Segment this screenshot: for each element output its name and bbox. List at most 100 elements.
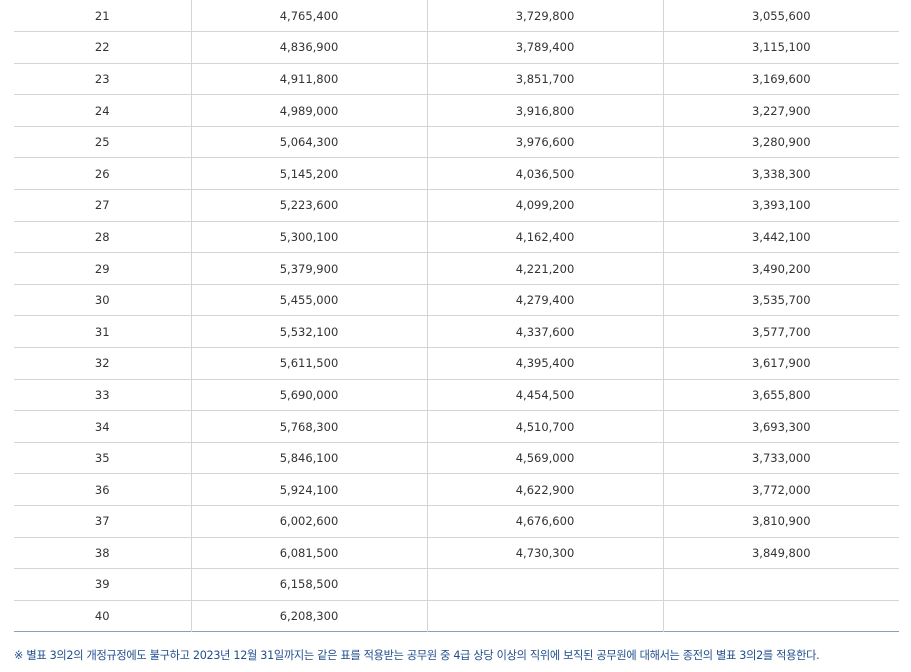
table-row: 35 5,846,100 4,569,000 3,733,000 [14,441,899,474]
table-row: 33 5,690,000 4,454,500 3,655,800 [14,378,899,411]
step-cell: 25 [14,125,191,158]
step-cell: 21 [94,8,110,23]
column-1-cell: 4,989,000 [190,94,427,127]
column-1-cell: 5,768,300 [190,410,427,443]
column-3-cell: 3,115,100 [662,31,899,64]
column-1-cell: 4,911,800 [190,62,427,95]
step-cell: 28 [14,220,191,253]
table-row: 28 5,300,100 4,162,400 3,442,100 [14,220,899,253]
table-row: 39 6,158,500 [14,568,899,601]
column-1-cell: 6,208,300 [190,599,427,632]
column-1-cell: 5,223,600 [190,189,427,222]
step-cell: 27 [14,189,191,222]
column-2-cell: 4,337,600 [426,315,663,348]
step-cell: 31 [14,315,191,348]
table-row: 40 6,208,300 [14,599,899,632]
column-1-cell: 5,532,100 [190,315,427,348]
table-row: 34 5,768,300 4,510,700 3,693,300 [14,410,899,443]
column-2-cell: 3,916,800 [426,94,663,127]
column-3-cell: 3,655,800 [662,378,899,411]
table-row: 22 4,836,900 3,789,400 3,115,100 [14,31,899,64]
step-cell: 30 [14,283,191,316]
step-cell: 38 [14,536,191,569]
table-row: 38 6,081,500 4,730,300 3,849,800 [14,536,899,569]
table-row: 27 5,223,600 4,099,200 3,393,100 [14,189,899,222]
column-3-cell: 3,338,300 [662,157,899,190]
salary-table-body: 21 4,765,400 3,729,800 3,055,600 22 4,836,900… [14,0,899,632]
column-3-cell: 3,393,100 [662,189,899,222]
table-row: 25 5,064,300 3,976,600 3,280,900 [14,125,899,158]
step-cell: 32 [14,347,191,380]
column-3-cell: 3,055,600 [662,0,899,32]
column-2-cell: 4,569,000 [426,441,663,474]
column-2-cell: 4,395,400 [426,347,663,380]
column-3-cell [662,599,899,632]
column-1-cell: 5,455,000 [190,283,427,316]
column-1-cell: 4,765,400 [190,0,427,32]
column-2-cell: 4,454,500 [426,378,663,411]
column-1-cell: 5,145,200 [190,157,427,190]
table-row: 29 5,379,900 4,221,200 3,490,200 [14,252,899,285]
step-cell: 26 [14,157,191,190]
column-1-cell: 4,836,900 [190,31,427,64]
column-2-cell: 3,976,600 [426,125,663,158]
table-row: 31 5,532,100 4,337,600 3,577,700 [14,315,899,348]
column-2-cell [426,599,663,632]
step-cell: 40 [14,599,191,632]
column-2-cell: 3,729,800 [426,0,663,32]
column-3-cell: 3,535,700 [662,283,899,316]
table-row: 23 4,911,800 3,851,700 3,169,600 [14,62,899,95]
column-3-cell: 3,733,000 [662,441,899,474]
column-3-cell: 3,693,300 [662,410,899,443]
pay-table-container: 21 4,765,400 3,729,800 3,055,600 22 4,836,900… [14,0,899,633]
column-1-cell: 5,611,500 [190,347,427,380]
column-3-cell: 3,442,100 [662,220,899,253]
column-1-cell: 5,690,000 [190,378,427,411]
table-row: 32 5,611,500 4,395,400 3,617,900 [14,347,899,380]
step-cell: 35 [14,441,191,474]
column-1-cell: 5,300,100 [190,220,427,253]
column-3-cell: 3,280,900 [662,125,899,158]
column-1-cell: 6,158,500 [190,568,427,601]
footnote: ※ 별표 3의2의 개정규정에도 불구하고 2023년 12월 31일까지는 같… [14,649,820,662]
step-cell: 29 [14,252,191,285]
table-row: 21 4,765,400 3,729,800 3,055,600 [14,0,899,32]
column-2-cell: 3,789,400 [426,31,663,64]
column-3-cell [662,568,899,601]
column-2-cell: 4,279,400 [426,283,663,316]
column-3-cell: 3,810,900 [662,505,899,538]
column-3-cell: 3,227,900 [662,94,899,127]
column-2-cell: 4,099,200 [426,189,663,222]
table-row: 37 6,002,600 4,676,600 3,810,900 [14,505,899,538]
step-cell: 37 [14,505,191,538]
column-2-cell: 4,036,500 [426,157,663,190]
step-cell: 39 [14,568,191,601]
column-1-cell: 5,379,900 [190,252,427,285]
column-1-cell: 5,846,100 [190,441,427,474]
column-3-cell: 3,490,200 [662,252,899,285]
column-3-cell: 3,169,600 [662,62,899,95]
column-2-cell: 4,510,700 [426,410,663,443]
column-2-cell: 3,851,700 [426,62,663,95]
salary-table: 21 4,765,400 3,729,800 3,055,600 22 4,836,900… [14,0,899,633]
column-1-cell: 6,081,500 [190,536,427,569]
column-1-cell: 5,924,100 [190,473,427,506]
column-3-cell: 3,772,000 [662,473,899,506]
step-cell: 22 [14,31,191,64]
table-row: 26 5,145,200 4,036,500 3,338,300 [14,157,899,190]
column-3-cell: 3,849,800 [662,536,899,569]
column-2-cell [426,568,663,601]
table-row: 24 4,989,000 3,916,800 3,227,900 [14,94,899,127]
column-2-cell: 4,622,900 [426,473,663,506]
step-cell: 33 [14,378,191,411]
step-cell: 24 [14,94,191,127]
column-3-cell: 3,617,900 [662,347,899,380]
column-2-cell: 4,676,600 [426,505,663,538]
column-2-cell: 4,162,400 [426,220,663,253]
table-row: 30 5,455,000 4,279,400 3,535,700 [14,283,899,316]
step-cell: 23 [14,62,191,95]
table-row: 36 5,924,100 4,622,900 3,772,000 [14,473,899,506]
step-cell: 34 [14,410,191,443]
step-cell: 36 [14,473,191,506]
column-1-cell: 6,002,600 [190,505,427,538]
